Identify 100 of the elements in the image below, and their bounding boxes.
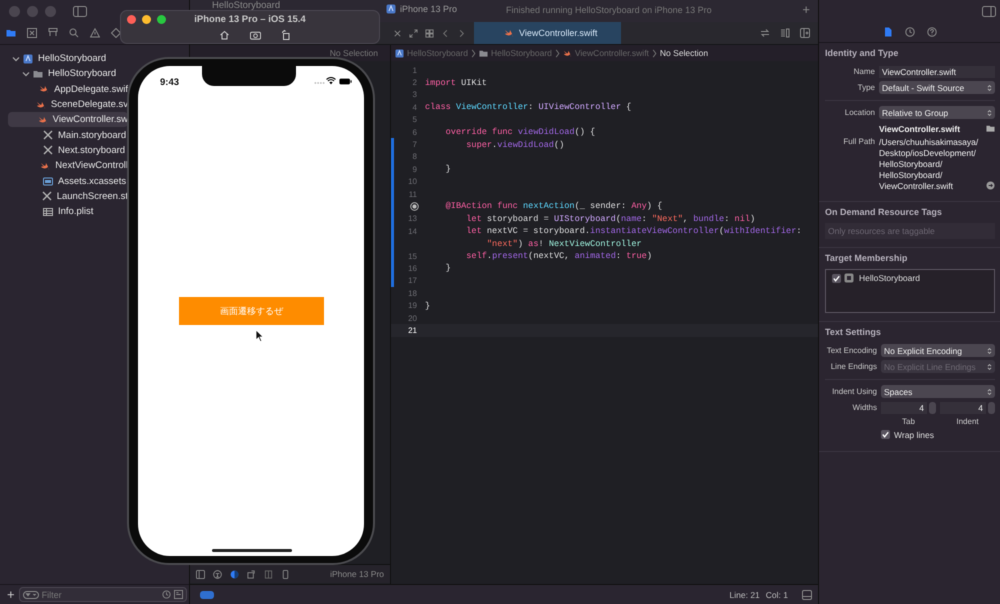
- tree-item[interactable]: Assets.xcassets: [8, 173, 128, 189]
- add-button[interactable]: +: [802, 3, 810, 16]
- tree-item[interactable]: Main.storyboard: [8, 127, 128, 143]
- tree-item[interactable]: LaunchScreen.st: [8, 188, 128, 204]
- square-icon[interactable]: [174, 590, 183, 599]
- rotate-icon[interactable]: [280, 30, 292, 40]
- window-zoom-light[interactable]: [157, 15, 166, 24]
- app-icon: [386, 4, 396, 14]
- destination-selector[interactable]: iPhone 13 Pro: [400, 4, 458, 14]
- cross-file-icon: [42, 191, 52, 202]
- layout-icon[interactable]: [264, 570, 273, 578]
- tree-item[interactable]: HelloStoryboard: [8, 51, 128, 66]
- folder-icon[interactable]: [986, 124, 995, 133]
- code-line: override func viewDidLoad() {: [444, 127, 596, 138]
- add-editor-icon[interactable]: [800, 28, 810, 38]
- target-name: HelloStoryboard: [859, 273, 920, 283]
- indent-width-field[interactable]: 4: [940, 402, 986, 414]
- help-icon[interactable]: [926, 27, 936, 37]
- search-icon[interactable]: [69, 28, 79, 38]
- sidebar-toggle-icon[interactable]: [73, 6, 87, 16]
- field-label: Name: [852, 67, 875, 76]
- jump-bar-item[interactable]: No Selection: [330, 48, 378, 58]
- line-number: 5: [412, 114, 418, 126]
- popup-button[interactable]: Relative to Group: [879, 106, 995, 119]
- battery-icon: [339, 78, 352, 85]
- disclosure-chevron-icon[interactable]: [22, 70, 30, 78]
- field-label: Full Path: [842, 137, 875, 146]
- panel-icon[interactable]: [802, 590, 812, 600]
- scheme-selector[interactable]: HelloStoryboard: [212, 1, 280, 11]
- sidebar-toggle-icon[interactable]: [982, 6, 996, 16]
- column-indicator: Col: 1: [766, 590, 788, 600]
- add-button[interactable]: +: [7, 588, 15, 601]
- filter-icon: [22, 590, 39, 598]
- diamond-icon[interactable]: [111, 28, 121, 38]
- editor-tab[interactable]: ViewController.swift: [474, 22, 622, 44]
- hierarchy-icon[interactable]: [48, 28, 58, 38]
- cross-file-icon: [43, 145, 53, 156]
- swift-file-icon: [40, 160, 50, 171]
- arrow-circle-icon[interactable]: [986, 181, 995, 190]
- popup-button[interactable]: No Explicit Encoding: [881, 344, 995, 357]
- clock-icon[interactable]: [904, 27, 914, 37]
- disclosure-chevron-icon[interactable]: [12, 54, 20, 63]
- back-icon[interactable]: [441, 28, 450, 38]
- app-icon: [844, 273, 854, 283]
- checkbox[interactable]: [881, 430, 890, 439]
- swift-file-icon: [38, 114, 48, 125]
- tree-item[interactable]: NextViewControll: [8, 158, 128, 174]
- code-line: import UIKit: [425, 78, 487, 88]
- code-line: class ViewController: UIViewController {: [425, 102, 632, 112]
- device-label[interactable]: iPhone 13 Pro: [330, 569, 384, 579]
- popup-button[interactable]: Default - Swift Source: [879, 81, 995, 94]
- tree-item[interactable]: Info.plist: [8, 204, 128, 220]
- sidebar-icon[interactable]: [196, 570, 205, 578]
- clock-icon[interactable]: [162, 590, 171, 599]
- window-title: iPhone 13 Pro – iOS 15.4: [194, 14, 306, 25]
- jump-bar-item[interactable]: No Selection: [660, 48, 708, 58]
- camera-icon[interactable]: [250, 30, 260, 40]
- warning-icon[interactable]: [90, 28, 100, 38]
- window-minimize-light[interactable]: [142, 15, 151, 24]
- tree-item[interactable]: AppDelegate.swif: [8, 82, 128, 97]
- filter-field[interactable]: Filter: [18, 587, 187, 602]
- phone-icon[interactable]: [281, 570, 290, 578]
- popup-button[interactable]: Spaces: [881, 385, 995, 398]
- swap-arrows-icon[interactable]: [760, 28, 770, 38]
- cross-file-icon: [43, 130, 53, 140]
- x-square-icon[interactable]: [27, 28, 37, 38]
- home-icon[interactable]: [218, 30, 230, 40]
- accessibility-icon[interactable]: [213, 570, 222, 578]
- name-field[interactable]: ViewController.swift: [879, 66, 995, 78]
- tags-field[interactable]: Only resources are taggable: [825, 223, 995, 239]
- line-number: 9: [391, 163, 425, 176]
- document-icon[interactable]: [882, 27, 892, 37]
- debug-toggle-icon[interactable]: [200, 590, 214, 598]
- checkbox[interactable]: [832, 274, 841, 282]
- line-number: 7: [391, 138, 425, 151]
- line-number: 20: [407, 312, 418, 324]
- line-number: 6: [412, 126, 418, 138]
- section-title: Text Settings: [825, 327, 882, 337]
- expand-icon[interactable]: [409, 28, 418, 38]
- tab-width-field[interactable]: 4: [881, 402, 927, 414]
- tree-item[interactable]: Next.storyboard: [8, 142, 128, 158]
- appearance-icon[interactable]: [230, 570, 239, 578]
- folder-icon[interactable]: [6, 28, 16, 38]
- minimap-icon[interactable]: [780, 28, 790, 38]
- forward-icon[interactable]: [457, 28, 466, 38]
- tree-item[interactable]: SceneDelegate.sv: [8, 96, 128, 112]
- rotate-icon[interactable]: [247, 570, 256, 578]
- window-close-light[interactable]: [127, 15, 136, 24]
- grid-icon[interactable]: [425, 28, 434, 38]
- filter-input[interactable]: Filter: [42, 590, 159, 600]
- path-text: Desktop/iosDevelopment/: [879, 148, 977, 159]
- code-line: }: [425, 300, 430, 311]
- chevron-icon: [652, 48, 657, 58]
- connection-dot-icon[interactable]: [410, 202, 419, 211]
- swift-file-icon: [36, 100, 46, 110]
- table-icon: [43, 206, 53, 217]
- close-icon[interactable]: [393, 28, 402, 38]
- tree-item[interactable]: HelloStoryboard: [8, 66, 128, 82]
- swift-file-icon: [504, 28, 514, 38]
- tree-item[interactable]: ViewController.sw: [8, 112, 128, 128]
